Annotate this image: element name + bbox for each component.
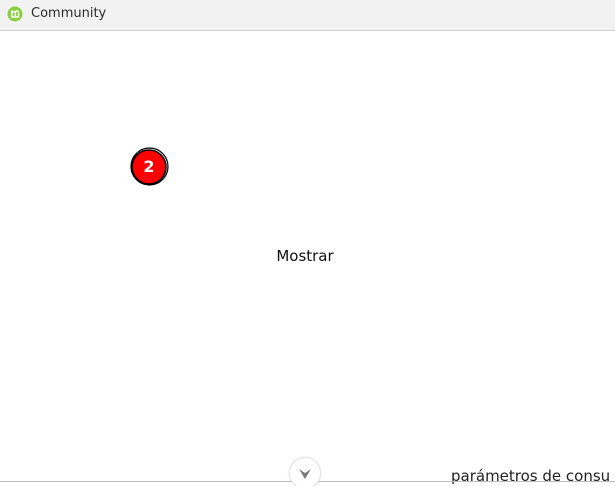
window-title: Community: [31, 6, 107, 21]
show-label[interactable]: Mostrar: [0, 246, 610, 266]
app-window: Community 2 Mostrar parámetros de consu: [0, 0, 615, 486]
step-badge-circle: [130, 147, 169, 186]
underlying-page-text: parámetros de consu: [451, 467, 611, 485]
linux-mint-logo-icon: [7, 6, 23, 22]
title-bar: Community: [0, 0, 615, 31]
step-number-badge[interactable]: 2: [130, 147, 170, 187]
chevron-down-icon: [298, 466, 312, 485]
scroll-down-button[interactable]: [289, 457, 321, 486]
